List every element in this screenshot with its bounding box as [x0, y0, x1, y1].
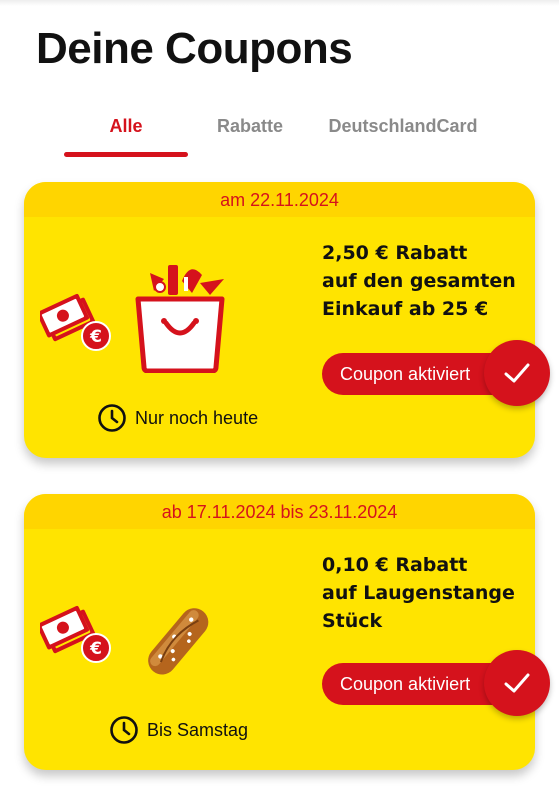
coupon-activated-label: Coupon aktiviert [340, 674, 471, 694]
timer-label: Bis Samstag [147, 719, 249, 740]
coupon-activated-label: Coupon aktiviert [340, 364, 471, 384]
checkmark-button[interactable] [484, 340, 550, 406]
coupon-card[interactable]: ab 17.11.2024 bis 23.11.2024 € 0,10 € Ra… [24, 494, 535, 770]
coupon-validity: am 22.11.2024 [24, 182, 535, 217]
active-tab-indicator [64, 152, 188, 157]
svg-text:€: € [89, 327, 102, 347]
coupon-text-line: auf Laugenstange [322, 582, 515, 604]
coupon-text-line: 0,10 € Rabatt [322, 554, 468, 576]
coupon-card[interactable]: am 22.11.2024 € 2,50 € Rabatt auf den ge… [24, 182, 535, 458]
coupon-timer: Nur noch heute [97, 403, 258, 433]
clock-icon [110, 716, 138, 744]
coupon-text-line: 2,50 € Rabatt [322, 242, 468, 264]
money-icon: € [40, 293, 111, 351]
coupon-text-line: auf den gesamten [322, 270, 516, 292]
coupon-description: 0,10 € Rabatt auf Laugenstange Stück [322, 551, 527, 635]
page-title: Deine Coupons [36, 24, 353, 73]
clock-icon [98, 404, 126, 432]
tab-deutschlandcard[interactable]: DeutschlandCard [320, 112, 486, 160]
coupon-timer: Bis Samstag [109, 715, 248, 745]
money-icon: € [40, 605, 111, 663]
checkmark-button[interactable] [484, 650, 550, 716]
coupon-text-line: Stück [322, 610, 383, 632]
svg-text:€: € [89, 639, 102, 659]
coupon-description: 2,50 € Rabatt auf den gesamten Einkauf a… [322, 239, 527, 323]
tab-rabatte[interactable]: Rabatte [204, 112, 296, 160]
coupon-validity: ab 17.11.2024 bis 23.11.2024 [24, 494, 535, 529]
shopping-bag-icon [135, 265, 225, 373]
timer-label: Nur noch heute [135, 407, 259, 428]
top-shade [0, 0, 559, 6]
coupon-text-line: Einkauf ab 25 € [322, 298, 489, 320]
checkmark-icon [504, 363, 530, 383]
pretzel-stick-icon [148, 608, 209, 675]
checkmark-icon [504, 673, 530, 693]
